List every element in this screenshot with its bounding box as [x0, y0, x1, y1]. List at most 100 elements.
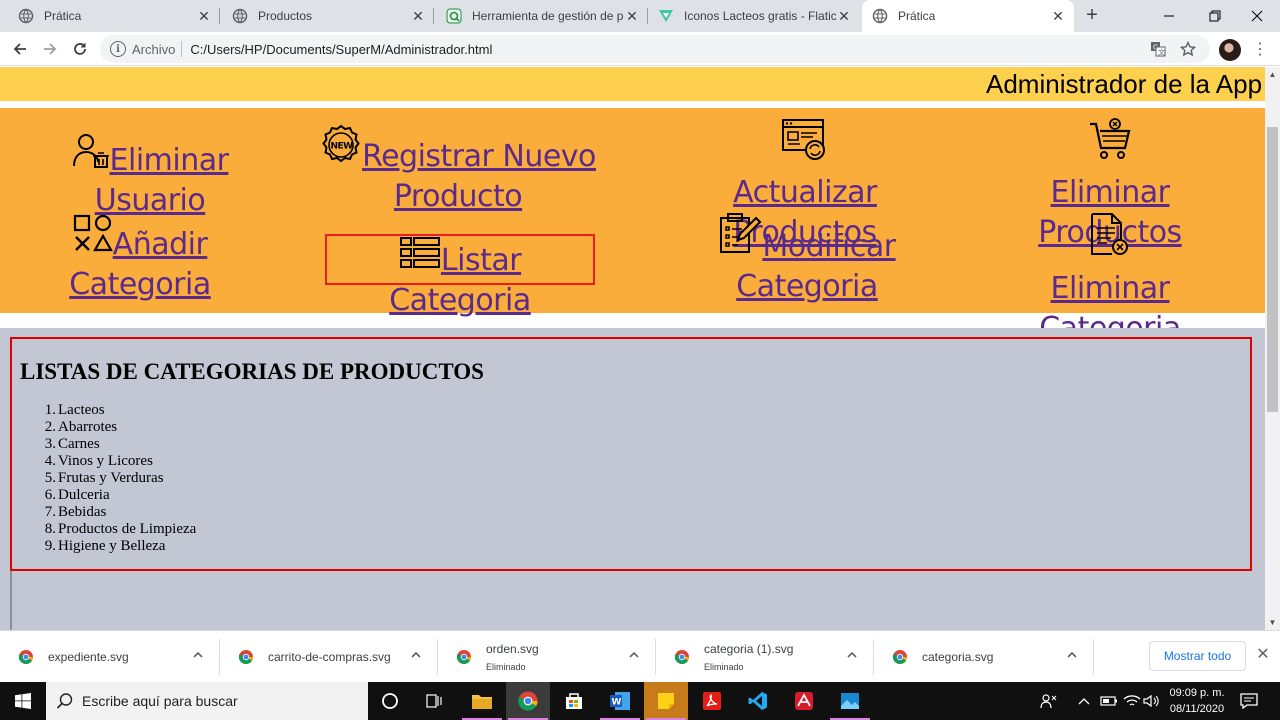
- nav-link-line1: Actualizar: [733, 175, 877, 210]
- info-icon[interactable]: i: [110, 41, 126, 57]
- close-tab-icon[interactable]: ✕: [836, 8, 852, 25]
- back-button[interactable]: [8, 37, 32, 61]
- volume-icon[interactable]: [1143, 682, 1159, 720]
- svg-text:W: W: [612, 698, 622, 708]
- tab-productos[interactable]: Productos ✕: [222, 0, 434, 32]
- photos-icon[interactable]: [828, 682, 872, 720]
- battery-icon[interactable]: [1100, 682, 1118, 720]
- tab-flaticon[interactable]: Iconos Lacteos gratis - Flaticon ✕: [648, 0, 860, 32]
- nav-link-line1: Eliminar: [1050, 175, 1170, 210]
- chrome-taskbar-icon[interactable]: [506, 682, 550, 720]
- task-view-icon[interactable]: [412, 682, 456, 720]
- forward-button[interactable]: [38, 37, 62, 61]
- chevron-up-icon[interactable]: [846, 649, 858, 661]
- clock-time: 09:09 p. m.: [1169, 687, 1225, 699]
- download-name: carrito-de-compras.svg: [268, 650, 391, 664]
- flaticon-icon: [658, 8, 674, 24]
- list-item: 2. Abarrotes: [44, 419, 118, 435]
- tool-site-icon: [446, 8, 462, 24]
- chevron-up-icon[interactable]: [192, 649, 204, 661]
- close-tab-icon[interactable]: ✕: [1050, 8, 1066, 25]
- acrobat-icon[interactable]: [690, 682, 734, 720]
- close-tab-icon[interactable]: ✕: [196, 8, 212, 25]
- taskbar-clock[interactable]: 09:09 p. m. 08/11/2020: [1162, 685, 1232, 717]
- restore-button[interactable]: [1192, 0, 1238, 32]
- file-explorer-icon[interactable]: [460, 682, 504, 720]
- notifications-icon[interactable]: [1240, 682, 1258, 720]
- tab-title: Prática: [44, 9, 82, 23]
- nav-link-listar-categoria[interactable]: Listar Categoria: [325, 234, 595, 318]
- list-item: 1. Lacteos: [44, 402, 105, 418]
- download-item[interactable]: categoria (1).svg Eliminado: [656, 631, 874, 683]
- download-name: categoria (1).svg: [704, 642, 794, 656]
- downloads-shelf: expediente.svg carrito-de-compras.svg or…: [0, 630, 1280, 682]
- download-name: expediente.svg: [48, 650, 129, 664]
- antivirus-icon[interactable]: [782, 682, 826, 720]
- tab-pratica-1[interactable]: Prática ✕: [8, 0, 220, 32]
- wifi-icon[interactable]: [1123, 682, 1141, 720]
- store-icon[interactable]: [552, 682, 596, 720]
- word-icon[interactable]: W: [598, 682, 642, 720]
- tab-title: Prática: [898, 9, 936, 23]
- nav-link-modificar-categoria[interactable]: Modificar Categoria: [712, 212, 902, 307]
- nav-link-line1: Eliminar: [1050, 271, 1170, 306]
- vscode-icon[interactable]: [736, 682, 780, 720]
- globe-icon: [18, 8, 34, 24]
- browser-refresh-icon: [782, 119, 825, 160]
- bookmark-star-icon[interactable]: [1179, 40, 1197, 60]
- translate-icon[interactable]: G文: [1150, 41, 1166, 60]
- show-all-downloads-button[interactable]: Mostrar todo: [1149, 641, 1246, 671]
- cortana-icon[interactable]: [368, 682, 412, 720]
- tab-herramienta[interactable]: Herramienta de gestión de pro ✕: [436, 0, 648, 32]
- people-icon[interactable]: [1040, 682, 1058, 720]
- close-shelf-icon[interactable]: ✕: [1255, 647, 1271, 663]
- scroll-up-arrow-icon[interactable]: ▲: [1265, 67, 1280, 82]
- chevron-up-icon[interactable]: [410, 649, 422, 661]
- minimize-button[interactable]: [1146, 0, 1192, 32]
- download-status: Eliminado: [486, 662, 526, 672]
- download-item[interactable]: categoria.svg: [874, 631, 1094, 683]
- close-window-button[interactable]: [1234, 0, 1280, 32]
- download-item[interactable]: expediente.svg: [0, 631, 220, 683]
- new-tab-button[interactable]: +: [1080, 4, 1104, 28]
- nav-link-anadir-categoria[interactable]: Añadir Categoria: [60, 214, 220, 305]
- nav-link-eliminar-usuario[interactable]: Eliminar Usuario: [60, 132, 240, 221]
- close-tab-icon[interactable]: ✕: [624, 8, 640, 25]
- scrollbar-thumb[interactable]: [1267, 127, 1278, 412]
- chrome-icon: [674, 650, 689, 664]
- windows-start-button[interactable]: [0, 682, 46, 720]
- download-item[interactable]: carrito-de-compras.svg: [220, 631, 438, 683]
- sticky-notes-icon[interactable]: [644, 682, 688, 720]
- taskbar-search-box[interactable]: Escribe aquí para buscar: [46, 682, 368, 720]
- address-url[interactable]: C:/Users/HP/Documents/SuperM/Administrad…: [190, 42, 492, 57]
- content-area: LISTAS DE CATEGORIAS DE PRODUCTOS 1. Lact…: [0, 328, 1265, 630]
- address-divider: [181, 41, 183, 57]
- nav-link-line2: Categoria: [69, 267, 211, 302]
- nav-link-registrar-producto[interactable]: NEW Registrar Nuevo Producto: [318, 124, 598, 217]
- taskbar-search-placeholder: Escribe aquí para buscar: [82, 693, 238, 709]
- list-item: 8. Productos de Limpieza: [44, 521, 197, 537]
- tray-chevron-up-icon[interactable]: [1077, 682, 1091, 720]
- nav-link-line1: Registrar Nuevo: [362, 139, 596, 174]
- address-scheme: Archivo: [132, 41, 176, 57]
- windows-taskbar: Escribe aquí para buscar W 09:09 p. m. 0…: [0, 682, 1280, 720]
- page-scrollbar[interactable]: ▲ ▼: [1265, 67, 1280, 630]
- tab-title: Herramienta de gestión de pro: [472, 9, 624, 23]
- close-tab-icon[interactable]: ✕: [410, 8, 426, 25]
- list-item: 6. Dulceria: [44, 487, 110, 503]
- profile-avatar[interactable]: [1219, 39, 1241, 61]
- browser-toolbar: i Archivo C:/Users/HP/Documents/SuperM/A…: [0, 32, 1280, 66]
- nav-link-line1: Añadir: [112, 227, 208, 262]
- chevron-up-icon[interactable]: [1066, 649, 1078, 661]
- scroll-down-arrow-icon[interactable]: ▼: [1265, 615, 1280, 630]
- chevron-up-icon[interactable]: [628, 649, 640, 661]
- chrome-menu-icon[interactable]: ⋮: [1252, 39, 1268, 61]
- address-bar[interactable]: i Archivo C:/Users/HP/Documents/SuperM/A…: [100, 35, 1210, 63]
- chrome-icon: [238, 650, 253, 664]
- svg-text:文: 文: [1158, 48, 1165, 57]
- list-item: 7. Bebidas: [44, 504, 107, 520]
- reload-button[interactable]: [68, 37, 92, 61]
- tab-pratica-active[interactable]: Prática ✕: [862, 0, 1074, 32]
- shapes-icon: [73, 214, 113, 252]
- download-item[interactable]: orden.svg Eliminado: [438, 631, 656, 683]
